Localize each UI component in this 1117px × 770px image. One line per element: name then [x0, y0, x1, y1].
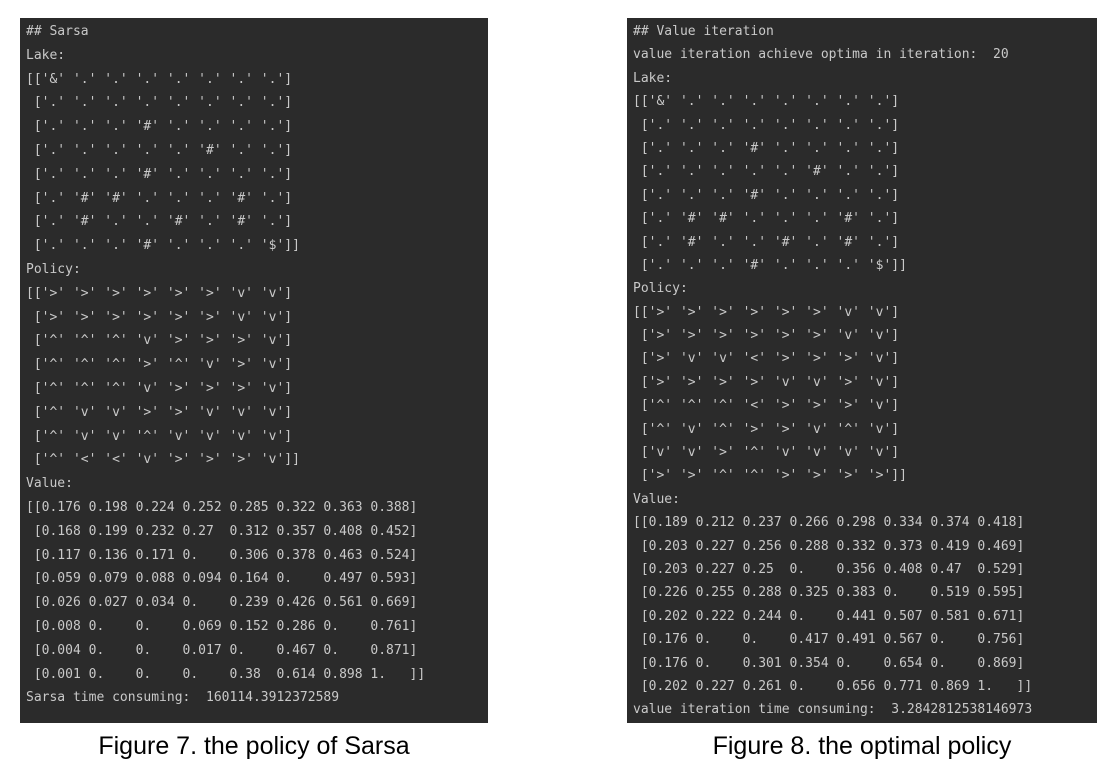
console-line: ['.' '.' '.' '.' '.' '#' '.' '.'] [633, 164, 900, 180]
console-line: [['&' '.' '.' '.' '.' '.' '.' '.'] [633, 94, 900, 110]
console-line: ['>' 'v' 'v' '<' '>' '>' '>' 'v'] [633, 351, 900, 367]
console-line: [0.008 0. 0. 0.069 0.152 0.286 0. 0.761] [26, 618, 418, 634]
console-line: ['.' '.' '.' '.' '.' '.' '.' '.'] [633, 117, 900, 133]
console-line: ['^' '^' '^' '<' '>' '>' '>' 'v'] [633, 398, 900, 414]
console-line: ['^' '^' '^' 'v' '>' '>' '>' 'v'] [26, 333, 293, 349]
console-line: [0.203 0.227 0.256 0.288 0.332 0.373 0.4… [633, 538, 1025, 554]
console-line: ['>' '>' '^' '^' '>' '>' '>' '>']] [633, 468, 907, 484]
console-line: Value: [633, 491, 680, 507]
console-line: ['.' '#' '.' '.' '#' '.' '#' '.'] [26, 214, 293, 230]
figure-8-caption: Figure 8. the optimal policy [712, 732, 1012, 760]
console-line: [['&' '.' '.' '.' '.' '.' '.' '.'] [26, 71, 293, 87]
console-line: [0.004 0. 0. 0.017 0. 0.467 0. 0.871] [26, 642, 418, 658]
console-line: ['.' '.' '.' '#' '.' '.' '.' '$']] [633, 257, 907, 273]
console-line: [['>' '>' '>' '>' '>' '>' 'v' 'v'] [633, 304, 900, 320]
console-line: [0.176 0. 0. 0.417 0.491 0.567 0. 0.756] [633, 632, 1025, 648]
console-line: [['>' '>' '>' '>' '>' '>' 'v' 'v'] [26, 285, 293, 301]
console-line: ## Sarsa [26, 24, 89, 39]
console-line: [0.226 0.255 0.288 0.325 0.383 0. 0.519 … [633, 585, 1025, 601]
console-line: [0.176 0. 0.301 0.354 0. 0.654 0. 0.869] [633, 655, 1025, 671]
console-line: [0.168 0.199 0.232 0.27 0.312 0.357 0.40… [26, 523, 418, 539]
console-line: ['^' '^' '^' '>' '^' 'v' '>' 'v'] [26, 357, 293, 373]
sarsa-console-output: ## Sarsa Lake: [['&' '.' '.' '.' '.' '.' '… [20, 18, 488, 723]
console-line: ['^' 'v' '^' '>' '>' 'v' '^' 'v'] [633, 421, 900, 437]
console-line: [0.059 0.079 0.088 0.094 0.164 0. 0.497 … [26, 571, 418, 587]
console-line: [0.117 0.136 0.171 0. 0.306 0.378 0.463 … [26, 547, 418, 563]
console-line: [0.026 0.027 0.034 0. 0.239 0.426 0.561 … [26, 595, 418, 611]
console-line: Policy: [633, 281, 688, 297]
console-line: Sarsa time consuming: 160114.3912372589 [26, 690, 340, 706]
console-line: ['^' 'v' 'v' '^' 'v' 'v' 'v' 'v'] [26, 428, 293, 444]
value-iteration-console-output: ## Value iteration value iteration achiev… [627, 18, 1097, 723]
figure-7-caption: Figure 7. the policy of Sarsa [98, 732, 410, 760]
console-line: ['^' 'v' 'v' '>' '>' 'v' 'v' 'v'] [26, 404, 293, 420]
console-line: value iteration time consuming: 3.284281… [633, 702, 1033, 718]
console-line: ['.' '.' '.' '#' '.' '.' '.' '.'] [26, 166, 293, 182]
console-line: [[0.176 0.198 0.224 0.252 0.285 0.322 0.… [26, 499, 418, 515]
console-line: ['^' '^' '^' 'v' '>' '>' '>' 'v'] [26, 380, 293, 396]
console-line: ['v' 'v' '>' '^' 'v' 'v' 'v' 'v'] [633, 445, 900, 461]
console-line: [0.001 0. 0. 0. 0.38 0.614 0.898 1. ]] [26, 666, 426, 682]
console-line: [[0.189 0.212 0.237 0.266 0.298 0.334 0.… [633, 515, 1025, 531]
console-line: ['.' '.' '.' '.' '.' '.' '.' '.'] [26, 95, 293, 111]
console-line: ['.' '.' '.' '#' '.' '.' '.' '.'] [26, 119, 293, 135]
console-line: Lake: [26, 47, 66, 63]
console-line: value iteration achieve optima in iterat… [633, 47, 1009, 63]
console-line: ['.' '.' '.' '#' '.' '.' '.' '$']] [26, 238, 300, 254]
console-line: ['.' '.' '.' '#' '.' '.' '.' '.'] [633, 140, 900, 156]
console-line: ['>' '>' '>' '>' 'v' 'v' '>' 'v'] [633, 374, 900, 390]
console-line: [0.203 0.227 0.25 0. 0.356 0.408 0.47 0.… [633, 561, 1025, 577]
console-line: ['.' '#' '.' '.' '#' '.' '#' '.'] [633, 234, 900, 250]
console-line: ['>' '>' '>' '>' '>' '>' 'v' 'v'] [633, 328, 900, 344]
console-line: Value: [26, 476, 73, 492]
console-line: ['^' '<' '<' 'v' '>' '>' '>' 'v']] [26, 452, 300, 468]
console-line: ['.' '#' '#' '.' '.' '.' '#' '.'] [26, 190, 293, 206]
console-line: Lake: [633, 70, 673, 86]
console-line: ['.' '#' '#' '.' '.' '.' '#' '.'] [633, 211, 900, 227]
console-line: ## Value iteration [633, 24, 774, 39]
console-line: ['.' '.' '.' '.' '.' '#' '.' '.'] [26, 142, 293, 158]
console-line: Policy: [26, 261, 81, 277]
console-line: [0.202 0.222 0.244 0. 0.441 0.507 0.581 … [633, 608, 1025, 624]
console-line: ['>' '>' '>' '>' '>' '>' 'v' 'v'] [26, 309, 293, 325]
console-line: [0.202 0.227 0.261 0. 0.656 0.771 0.869 … [633, 678, 1033, 694]
console-line: ['.' '.' '.' '#' '.' '.' '.' '.'] [633, 187, 900, 203]
